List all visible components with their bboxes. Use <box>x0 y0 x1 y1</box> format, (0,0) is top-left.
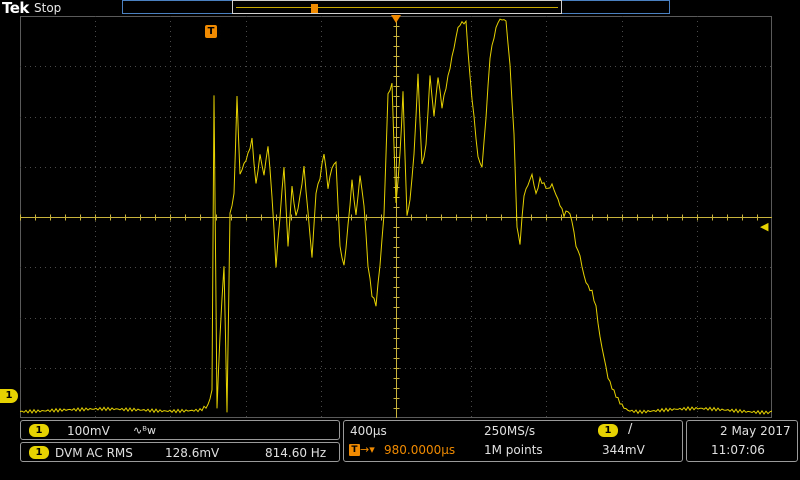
ch1-volts-per-div: 100mV <box>67 424 110 438</box>
acquisition-status: Stop <box>34 1 62 15</box>
record-trigger-marker <box>311 4 318 13</box>
sample-rate: 250MS/s <box>484 424 536 438</box>
trigger-position-icon: T <box>349 444 360 456</box>
center-axes <box>20 16 772 418</box>
trigger-level-value: 344mV <box>602 443 645 457</box>
dvm-panel[interactable]: 1 DVM AC RMS 128.6mV 814.60 Hz <box>20 442 340 462</box>
horizontal-trigger-panel[interactable]: 400µs 250MS/s T →▾ 980.0000µs 1M points … <box>343 420 683 462</box>
record-waveform-line <box>236 7 558 8</box>
trigger-level-marker[interactable]: ◀ <box>760 220 768 233</box>
rising-edge-icon: / <box>628 422 633 437</box>
dvm-channel-badge: 1 <box>29 446 49 459</box>
waveform-graticule[interactable] <box>20 16 772 418</box>
date-display: 2 May 2017 <box>720 424 791 438</box>
channel-1-panel[interactable]: 1 100mV ∿ᴮw <box>20 420 340 440</box>
trigger-point-icon: T <box>205 25 217 38</box>
top-status-bar: Tek Stop <box>0 0 800 17</box>
bandwidth-limit-icon: ∿ᴮw <box>133 424 156 437</box>
trigger-source-badge: 1 <box>598 424 618 437</box>
dvm-rms-value: 128.6mV <box>165 446 220 460</box>
brand-logo: Tek <box>2 0 29 17</box>
trigger-position-arrow-icon: →▾ <box>360 443 375 456</box>
dvm-mode: DVM AC RMS <box>55 446 133 460</box>
datetime-panel[interactable]: 2 May 2017 11:07:06 <box>686 420 798 462</box>
time-display: 11:07:06 <box>711 443 765 457</box>
ch1-ground-marker[interactable]: 1 <box>0 389 18 403</box>
ch1-badge: 1 <box>29 424 49 437</box>
record-length: 1M points <box>484 443 543 457</box>
dvm-frequency: 814.60 Hz <box>265 446 327 460</box>
time-per-div: 400µs <box>350 424 387 438</box>
trigger-position-marker[interactable] <box>391 15 401 23</box>
trigger-position-value: 980.0000µs <box>384 443 456 457</box>
